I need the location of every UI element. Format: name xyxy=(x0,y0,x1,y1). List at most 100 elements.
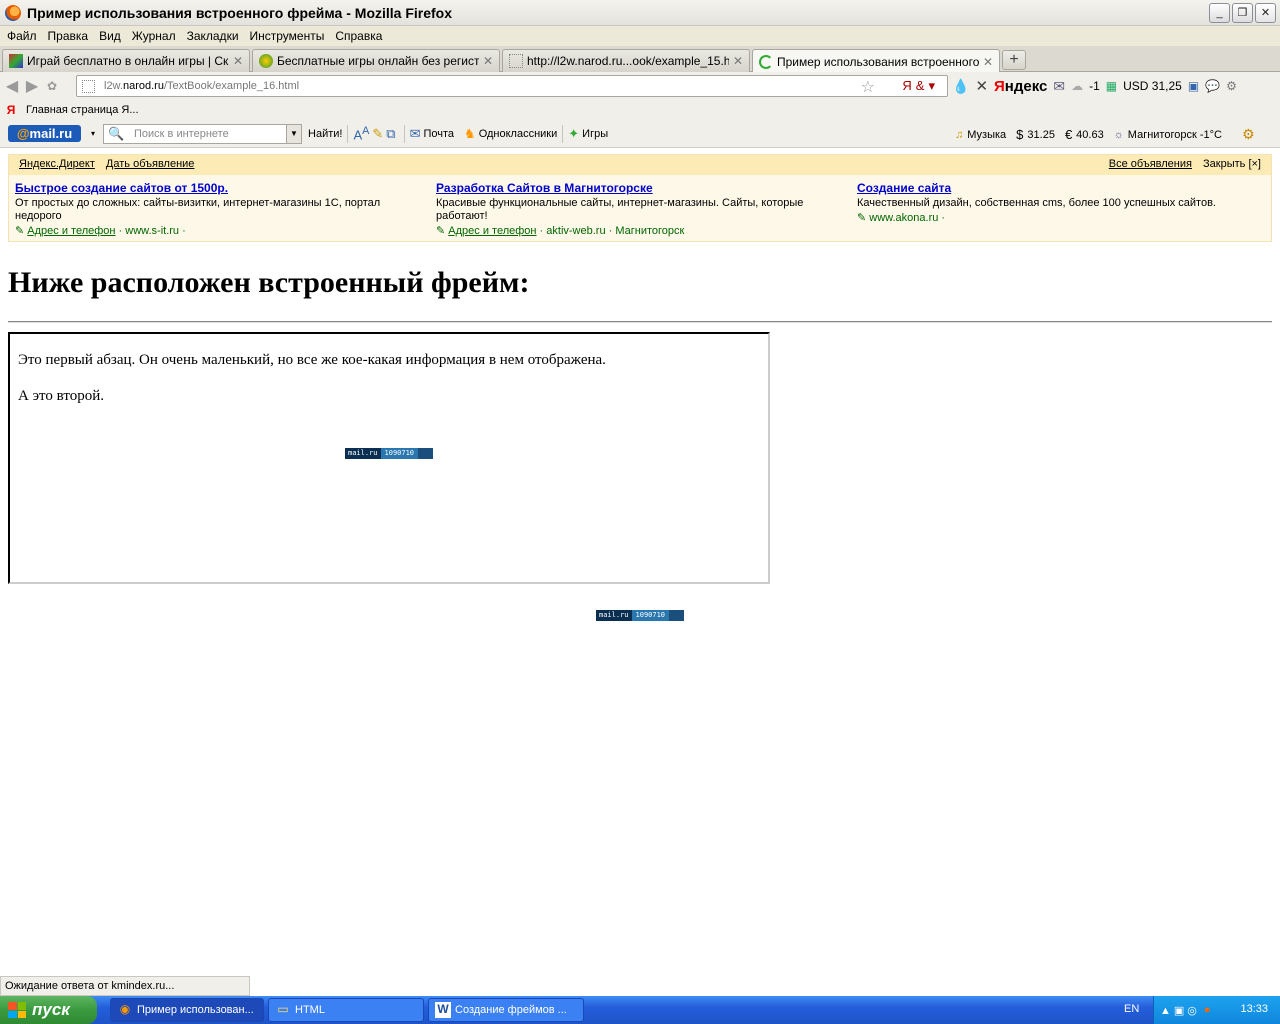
highlight-icon[interactable]: ✎ xyxy=(372,126,383,142)
ad-description: Красивые функциональные сайты, интернет-… xyxy=(436,197,804,222)
find-button[interactable]: Найти! xyxy=(308,128,342,140)
ad-site-link[interactable]: www.akona.ru xyxy=(869,212,938,224)
usd-rate[interactable]: 31.25 xyxy=(1027,129,1055,141)
clock: 13:33 xyxy=(1240,1003,1268,1015)
tab-games-1[interactable]: Играй бесплатно в онлайн игры | Скач... … xyxy=(2,49,250,72)
tray-opera-icon[interactable]: ● xyxy=(1204,1004,1211,1016)
tab-example-16[interactable]: Пример использования встроенного ф... ✕ xyxy=(752,49,1000,73)
chevron-down-icon[interactable]: ▾ xyxy=(91,129,95,138)
yandex-direct-link[interactable]: Яндекс.Директ xyxy=(19,158,95,170)
menu-edit[interactable]: Правка xyxy=(48,29,89,43)
pencil-icon: ✎ xyxy=(857,212,867,224)
url-bar[interactable]: l2w.narod.ru/TextBook/example_16.html ☆ … xyxy=(76,75,948,97)
task-firefox[interactable]: ◉ Пример использован... xyxy=(110,998,264,1022)
water-drop-icon[interactable]: 💧 xyxy=(952,78,969,95)
currency-value[interactable]: USD 31,25 xyxy=(1123,79,1182,93)
tray-icons[interactable]: ▲▣◎ xyxy=(1160,1004,1200,1017)
minimize-button[interactable]: _ xyxy=(1209,3,1230,23)
mailru-toolbar: @mail.ru ▾ 🔍 Поиск в интернете ▼ Найти! … xyxy=(0,120,1280,148)
close-ads-link[interactable]: Закрыть [×] xyxy=(1203,158,1261,170)
close-icon[interactable]: ✕ xyxy=(733,54,743,68)
settings-icon[interactable]: ⚙ xyxy=(1242,126,1255,143)
iframe-paragraph-2: А это второй. xyxy=(18,388,104,404)
menu-bookmarks[interactable]: Закладки xyxy=(187,29,239,43)
start-button[interactable]: пуск xyxy=(0,996,97,1024)
addon-icons[interactable]: Я&▾ xyxy=(902,78,939,94)
mailru-counter[interactable]: mail.ru 1090710 xyxy=(345,448,433,459)
forward-icon[interactable]: ▶ xyxy=(22,76,42,96)
task-word-doc[interactable]: W Создание фреймов ... xyxy=(428,998,584,1022)
menu-help[interactable]: Справка xyxy=(335,29,382,43)
ad-item: Создание сайта Качественный дизайн, собс… xyxy=(857,181,1257,224)
close-button[interactable]: ✕ xyxy=(1255,3,1276,23)
games-icon: ✦ xyxy=(568,125,580,141)
close-icon[interactable]: ✕ xyxy=(483,54,493,68)
windows-flag-icon xyxy=(8,1002,26,1018)
post-ad-link[interactable]: Дать объявление xyxy=(106,158,195,170)
tab-games-2[interactable]: Бесплатные игры онлайн без регистра... ✕ xyxy=(252,49,500,72)
ad-contact-link[interactable]: Адрес и телефон xyxy=(448,225,536,237)
city-weather[interactable]: Магнитогорск -1°C xyxy=(1128,129,1222,141)
games-link[interactable]: Игры xyxy=(582,128,608,140)
ad-contact-link[interactable]: Адрес и телефон xyxy=(27,225,115,237)
ad-site-link[interactable]: www.s-it.ru xyxy=(125,225,179,237)
ad-title[interactable]: Разработка Сайтов в Магнитогорске xyxy=(436,181,836,195)
bookmarks-bar: Я Главная страница Я... xyxy=(0,100,1280,120)
mail-icon[interactable]: ✉ xyxy=(1053,78,1065,95)
pencil-icon: ✎ xyxy=(436,225,446,237)
blank-page-icon xyxy=(509,54,523,68)
back-icon[interactable]: ◀ xyxy=(2,76,22,96)
mailru-counter[interactable]: mail.ru 1090710 xyxy=(596,610,684,621)
ad-title[interactable]: Создание сайта xyxy=(857,181,1257,195)
settings-gear-icon[interactable]: ⚙ xyxy=(1226,79,1237,93)
ad-item: Быстрое создание сайтов от 1500р. От про… xyxy=(15,181,415,237)
horizontal-rule xyxy=(8,321,1272,323)
yandex-logo[interactable]: Яндекс xyxy=(994,78,1047,95)
mailru-search-input[interactable]: 🔍 Поиск в интернете ▼ xyxy=(103,123,303,144)
ad-item: Разработка Сайтов в Магнитогорске Красив… xyxy=(436,181,836,237)
new-tab-button[interactable]: + xyxy=(1002,50,1026,70)
page-icon xyxy=(82,80,95,93)
close-icon[interactable]: ✕ xyxy=(233,54,243,68)
yandex-direct-ads: Яндекс.Директ Дать объявление Все объявл… xyxy=(8,154,1272,242)
menu-file[interactable]: Файл xyxy=(7,29,37,43)
menu-history[interactable]: Журнал xyxy=(132,29,176,43)
page-heading: Ниже расположен встроенный фрейм: xyxy=(8,266,530,299)
bookmark-icon[interactable]: ▣ xyxy=(1188,79,1199,93)
music-link[interactable]: Музыка xyxy=(967,129,1006,141)
embedded-iframe[interactable]: Это первый абзац. Он очень маленький, но… xyxy=(8,332,770,584)
menu-tools[interactable]: Инструменты xyxy=(250,29,325,43)
search-icon: 🔍 xyxy=(108,125,125,141)
site-info-icon[interactable]: ✿ xyxy=(42,79,62,93)
maximize-button[interactable]: ❐ xyxy=(1232,3,1253,23)
ad-site-link[interactable]: aktiv-web.ru xyxy=(546,225,605,237)
close-icon[interactable]: ✕ xyxy=(983,55,993,69)
chat-icon[interactable]: 💬 xyxy=(1205,79,1220,93)
tab-label: http://l2w.narod.ru...ook/example_15.htm… xyxy=(527,54,729,68)
mail-link[interactable]: Почта xyxy=(423,128,454,140)
tab-example-15[interactable]: http://l2w.narod.ru...ook/example_15.htm… xyxy=(502,49,750,72)
weather-temp: -1 xyxy=(1089,79,1100,93)
stop-icon[interactable]: ✕ xyxy=(975,77,988,95)
ad-title[interactable]: Быстрое создание сайтов от 1500р. xyxy=(15,181,415,195)
word-icon: W xyxy=(435,1002,451,1018)
bookmark-star-icon[interactable]: ☆ xyxy=(861,77,875,97)
task-html-folder[interactable]: ▭ HTML xyxy=(268,998,424,1022)
screenshot-icon[interactable]: ⧉ xyxy=(386,126,395,142)
mailru-logo[interactable]: @mail.ru xyxy=(8,125,81,142)
all-ads-link[interactable]: Все объявления xyxy=(1109,158,1192,170)
odnoklassniki-link[interactable]: Одноклассники xyxy=(479,128,558,140)
iframe-paragraph-1: Это первый абзац. Он очень маленький, но… xyxy=(18,352,606,368)
chevron-down-icon[interactable]: ▼ xyxy=(286,124,302,143)
ad-city[interactable]: Магнитогорск xyxy=(615,225,684,237)
window-title: Пример использования встроенного фрейма … xyxy=(27,4,453,21)
task-label: HTML xyxy=(295,1004,325,1016)
menu-view[interactable]: Вид xyxy=(99,29,121,43)
nav-bar: ◀ ▶ ✿ l2w.narod.ru/TextBook/example_16.h… xyxy=(0,72,1280,100)
language-indicator[interactable]: EN xyxy=(1124,1003,1139,1015)
firefox-icon: ◉ xyxy=(119,1002,131,1016)
font-size-icon[interactable]: AA xyxy=(353,125,369,142)
bookmark-yandex-home[interactable]: Главная страница Я... xyxy=(26,104,139,116)
eur-rate[interactable]: 40.63 xyxy=(1076,129,1104,141)
tab-label: Бесплатные игры онлайн без регистра... xyxy=(277,54,479,68)
